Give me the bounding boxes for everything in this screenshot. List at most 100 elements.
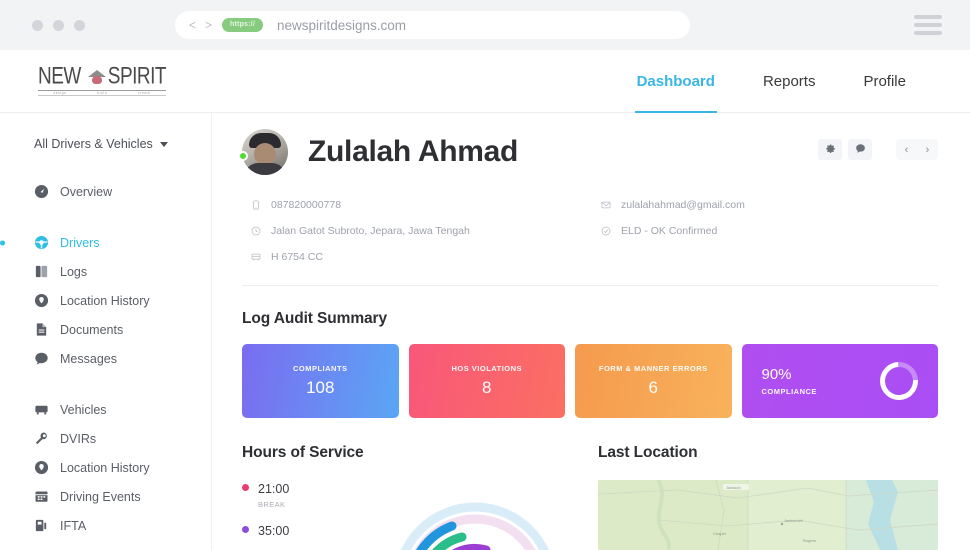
legend-time: 21:00 xyxy=(258,482,290,496)
sidebar-divider xyxy=(0,373,211,395)
map-view[interactable]: Jackson Jacksonvil Chapel Rogers xyxy=(598,480,938,550)
avatar-face xyxy=(254,143,276,165)
stat-card-form-manner-errors[interactable]: FORM & MANNER ERRORS 6 xyxy=(575,344,732,418)
nav-item-reports[interactable]: Reports xyxy=(739,50,840,112)
sidebar-item-label: DVIRs xyxy=(60,431,97,446)
meta-email: zulalahahmad@gmail.com xyxy=(600,199,938,211)
sidebar-item-ifta[interactable]: IFTA xyxy=(0,511,211,540)
map-label: Chapel xyxy=(713,531,726,536)
map-label: Jackson xyxy=(726,485,741,490)
sidebar-item-label: Documents xyxy=(60,322,124,337)
map-pin-icon xyxy=(34,293,49,308)
steering-wheel-icon xyxy=(34,235,49,250)
sidebar-item-label: Location History xyxy=(60,460,150,475)
next-record-button[interactable]: › xyxy=(917,139,938,160)
stat-card-hos-violations[interactable]: HOS VIOLATIONS 8 xyxy=(408,344,565,418)
sidebar-item-label: Overview xyxy=(60,184,113,199)
sidebar-item-dvirs[interactable]: DVIRs xyxy=(0,424,211,453)
avatar-torso xyxy=(244,163,286,175)
log-audit-cards: COMPLIANTS 108 HOS VIOLATIONS 8 FORM & M… xyxy=(242,344,938,418)
scope-dropdown-label: All Drivers & Vehicles xyxy=(34,137,153,151)
sidebar-item-logs[interactable]: Logs xyxy=(0,257,211,286)
compliance-ring-chart xyxy=(872,354,926,408)
sidebar-item-label: Messages xyxy=(60,351,117,366)
sidebar-item-label: Driving Events xyxy=(60,489,141,504)
settings-button[interactable] xyxy=(818,139,842,160)
bottom-sections: Hours of Service 21:00 BREAK 35:00 Last … xyxy=(242,444,938,550)
truck-icon xyxy=(34,402,49,417)
stat-card-value: 6 xyxy=(648,378,658,397)
browser-chrome: < > https:// newspiritdesigns.com xyxy=(0,0,970,50)
house-icon xyxy=(86,69,106,85)
logo-text-new: NEW xyxy=(38,63,81,90)
sidebar-item-overview[interactable]: Overview xyxy=(0,177,211,206)
wrench-icon xyxy=(34,431,49,446)
sidebar-item-location-history-2[interactable]: Location History xyxy=(0,453,211,482)
fuel-pump-icon xyxy=(34,518,49,533)
stat-card-label: COMPLIANTS xyxy=(292,364,348,373)
book-icon xyxy=(34,264,49,279)
browser-navigation: < > xyxy=(189,18,212,32)
window-controls xyxy=(32,19,85,31)
logo-tagline: design build create xyxy=(38,90,166,96)
mail-icon xyxy=(600,199,612,211)
sidebar-item-drivers[interactable]: Drivers xyxy=(0,228,211,257)
logo-tagline-2: build xyxy=(97,91,108,95)
back-button[interactable]: < xyxy=(189,18,196,32)
sidebar-item-label: Logs xyxy=(60,264,88,279)
meta-vehicle: H 6754 CC xyxy=(250,251,600,263)
logo-tagline-1: design xyxy=(53,91,67,95)
sidebar-item-location-history[interactable]: Location History xyxy=(0,286,211,315)
main-content: Zulalah Ahmad ‹ › 087820000778 zulalahah… xyxy=(212,113,970,550)
logo-tagline-3: create xyxy=(138,91,151,95)
compliance-label: COMPLIANCE xyxy=(761,387,817,396)
url-text[interactable]: newspiritdesigns.com xyxy=(277,18,406,33)
maximize-window-button[interactable] xyxy=(74,19,85,31)
stat-card-compliants[interactable]: COMPLIANTS 108 xyxy=(242,344,399,418)
stat-card-label: FORM & MANNER ERRORS xyxy=(598,364,708,373)
gear-icon xyxy=(825,141,836,159)
logo-text-spirit: SPIRIT xyxy=(107,63,167,90)
chevron-down-icon xyxy=(159,141,168,147)
hours-of-service-title: Hours of Service xyxy=(242,444,364,461)
sidebar-item-vehicles[interactable]: Vehicles xyxy=(0,395,211,424)
sidebar-item-messages[interactable]: Messages xyxy=(0,344,211,373)
nav-item-profile[interactable]: Profile xyxy=(839,50,930,112)
meta-value: H 6754 CC xyxy=(271,251,323,263)
primary-nav: Dashboard Reports Profile xyxy=(613,50,930,113)
sidebar-item-driving-events[interactable]: Driving Events xyxy=(0,482,211,511)
address-bar[interactable]: < > https:// newspiritdesigns.com xyxy=(175,11,690,39)
compliance-percent: 90% xyxy=(761,366,792,383)
record-pager: ‹ › xyxy=(896,139,938,160)
stat-card-compliance[interactable]: 90% COMPLIANCE xyxy=(741,344,938,418)
site-logo[interactable]: NEW SPIRIT design build create xyxy=(38,63,167,96)
https-badge: https:// xyxy=(222,18,263,32)
forward-button[interactable]: > xyxy=(205,18,212,32)
hours-of-service-section: Hours of Service 21:00 BREAK 35:00 xyxy=(242,444,568,550)
last-location-section: Last Location Jackson Jacksonvil Chapel … xyxy=(598,444,938,550)
hamburger-line xyxy=(914,23,942,27)
meta-address: Jalan Gatot Subroto, Jepara, Jawa Tengah xyxy=(250,225,600,237)
sidebar-item-label: Vehicles xyxy=(60,402,107,417)
clock-icon xyxy=(250,225,262,237)
legend-time: 35:00 xyxy=(258,524,290,538)
legend-subtitle: BREAK xyxy=(258,500,286,509)
last-location-title: Last Location xyxy=(598,444,698,461)
avatar[interactable] xyxy=(242,129,288,175)
sidebar-item-label: Drivers xyxy=(60,235,100,250)
nav-item-dashboard[interactable]: Dashboard xyxy=(613,50,739,113)
map-pin-icon xyxy=(34,460,49,475)
legend-text: 35:00 xyxy=(258,522,289,540)
minimize-window-button[interactable] xyxy=(53,19,64,31)
browser-menu-icon[interactable] xyxy=(914,15,942,35)
close-window-button[interactable] xyxy=(32,19,43,31)
site-header: NEW SPIRIT design build create Dashboard… xyxy=(0,50,970,113)
chat-icon xyxy=(34,351,49,366)
prev-record-button[interactable]: ‹ xyxy=(896,139,917,160)
meta-value: Jalan Gatot Subroto, Jepara, Jawa Tengah xyxy=(271,225,470,237)
message-button[interactable] xyxy=(848,139,872,160)
sidebar-item-documents[interactable]: Documents xyxy=(0,315,211,344)
stat-card-value: 8 xyxy=(482,378,492,397)
calendar-icon xyxy=(34,489,49,504)
scope-dropdown[interactable]: All Drivers & Vehicles xyxy=(34,137,211,151)
